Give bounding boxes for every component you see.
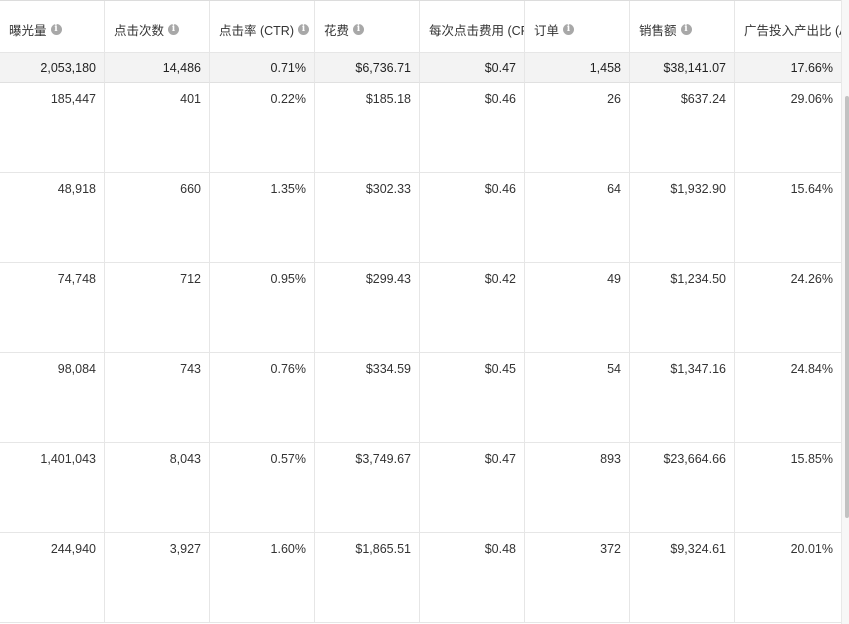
table-cell: 1.35% xyxy=(210,173,315,263)
info-icon[interactable]: i xyxy=(353,24,365,35)
table-cell: $0.42 xyxy=(420,263,525,353)
table-cell: 8,043 xyxy=(105,443,210,533)
table-cell: $334.59 xyxy=(315,353,420,443)
column-header-label: 每次点击费用 (CPC) xyxy=(429,24,524,38)
column-header-impressions[interactable]: 曝光量 i xyxy=(0,1,105,53)
table-cell: $185.18 xyxy=(315,83,420,173)
summary-cell: $38,141.07 xyxy=(630,53,735,83)
column-header-label: 销售额 xyxy=(639,24,677,38)
table-cell: $0.46 xyxy=(420,83,525,173)
table-row[interactable]: 1,401,043 8,043 0.57% $3,749.67 $0.47 89… xyxy=(0,443,841,533)
table-cell: $0.45 xyxy=(420,353,525,443)
table-cell: $637.24 xyxy=(630,83,735,173)
table-cell: $1,865.51 xyxy=(315,533,420,623)
table-cell: $9,324.61 xyxy=(630,533,735,623)
summary-cell: 0.71% xyxy=(210,53,315,83)
column-header-cpc[interactable]: 每次点击费用 (CPC) xyxy=(420,1,525,53)
table-cell: 0.57% xyxy=(210,443,315,533)
table-cell: $1,234.50 xyxy=(630,263,735,353)
table-cell: $23,664.66 xyxy=(630,443,735,533)
table-cell: 893 xyxy=(525,443,630,533)
metrics-table: 曝光量i 点击次数i 点击率 (CTR)i 花费i 每次点击费用 (CPC) 订… xyxy=(0,0,841,623)
info-icon[interactable]: i xyxy=(298,24,309,35)
column-header-sales[interactable]: 销售额 i xyxy=(630,1,735,53)
table-cell: 185,447 xyxy=(0,83,105,173)
table-cell: 20.01% xyxy=(735,533,841,623)
table-cell: 48,918 xyxy=(0,173,105,263)
column-header-label: 点击次数 xyxy=(114,24,165,38)
table-cell: 3,927 xyxy=(105,533,210,623)
table-cell: $0.47 xyxy=(420,443,525,533)
info-icon[interactable]: i xyxy=(50,24,62,35)
table-cell: 372 xyxy=(525,533,630,623)
table-cell: 401 xyxy=(105,83,210,173)
column-header-label: 订单 xyxy=(534,24,560,38)
table-cell: 98,084 xyxy=(0,353,105,443)
table-header: 曝光量i 点击次数i 点击率 (CTR)i 花费i 每次点击费用 (CPC) 订… xyxy=(0,1,841,53)
table-cell: 244,940 xyxy=(0,533,105,623)
column-header-label: 点击率 (CTR) xyxy=(219,24,294,38)
table-cell: 1,401,043 xyxy=(0,443,105,533)
table-cell: $3,749.67 xyxy=(315,443,420,533)
table-cell: 74,748 xyxy=(0,263,105,353)
scrollbar-thumb[interactable] xyxy=(845,96,849,518)
column-header-acos[interactable]: 广告投入产出比 (ACOS) xyxy=(735,1,841,53)
table-cell: 660 xyxy=(105,173,210,263)
table-cell: 24.84% xyxy=(735,353,841,443)
table-cell: $302.33 xyxy=(315,173,420,263)
summary-cell: 14,486 xyxy=(105,53,210,83)
column-header-ctr[interactable]: 点击率 (CTR) i xyxy=(210,1,315,53)
summary-cell: $6,736.71 xyxy=(315,53,420,83)
column-header-label: 广告投入产出比 (ACOS) xyxy=(744,24,841,38)
table-cell: $1,347.16 xyxy=(630,353,735,443)
table-cell: 26 xyxy=(525,83,630,173)
table-cell: 29.06% xyxy=(735,83,841,173)
table-cell: 49 xyxy=(525,263,630,353)
table-cell: 0.22% xyxy=(210,83,315,173)
summary-cell: 2,053,180 xyxy=(0,53,105,83)
table-cell: $0.48 xyxy=(420,533,525,623)
column-header-clicks[interactable]: 点击次数 i xyxy=(105,1,210,53)
table-cell: 0.76% xyxy=(210,353,315,443)
table-row[interactable]: 244,940 3,927 1.60% $1,865.51 $0.48 372 … xyxy=(0,533,841,623)
table-cell: 15.85% xyxy=(735,443,841,533)
table-cell: $299.43 xyxy=(315,263,420,353)
table-cell: 743 xyxy=(105,353,210,443)
summary-cell: 17.66% xyxy=(735,53,841,83)
table-cell: 712 xyxy=(105,263,210,353)
table-cell: 54 xyxy=(525,353,630,443)
table-cell: $0.46 xyxy=(420,173,525,263)
table-row[interactable]: 185,447 401 0.22% $185.18 $0.46 26 $637.… xyxy=(0,83,841,173)
table-row[interactable]: 74,748 712 0.95% $299.43 $0.42 49 $1,234… xyxy=(0,263,841,353)
summary-row: 2,053,180 14,486 0.71% $6,736.71 $0.47 1… xyxy=(0,53,841,83)
table-cell: 64 xyxy=(525,173,630,263)
table-cell: $1,932.90 xyxy=(630,173,735,263)
table-cell: 0.95% xyxy=(210,263,315,353)
summary-cell: 1,458 xyxy=(525,53,630,83)
info-icon[interactable]: i xyxy=(680,24,692,35)
summary-cell: $0.47 xyxy=(420,53,525,83)
table-row[interactable]: 48,918 660 1.35% $302.33 $0.46 64 $1,932… xyxy=(0,173,841,263)
info-icon[interactable]: i xyxy=(168,24,180,35)
info-icon[interactable]: i xyxy=(563,24,575,35)
table-cell: 1.60% xyxy=(210,533,315,623)
column-header-label: 曝光量 xyxy=(9,24,47,38)
column-header-spend[interactable]: 花费 i xyxy=(315,1,420,53)
table-row[interactable]: 98,084 743 0.76% $334.59 $0.45 54 $1,347… xyxy=(0,353,841,443)
column-header-orders[interactable]: 订单 i xyxy=(525,1,630,53)
column-header-label: 花费 xyxy=(324,24,350,38)
table-cell: 24.26% xyxy=(735,263,841,353)
table-cell: 15.64% xyxy=(735,173,841,263)
